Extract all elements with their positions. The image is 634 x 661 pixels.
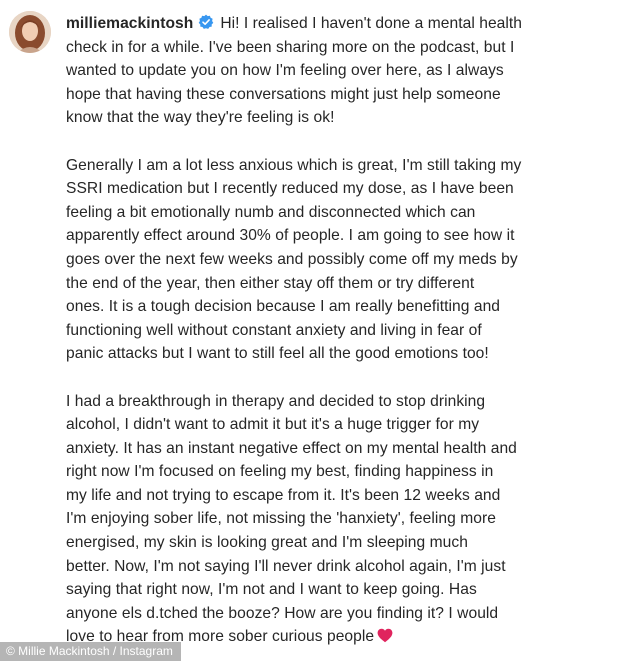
caption-line: better. Now, I'm not saying I'll never d… [66,557,506,575]
caption-line: goes over the next few weeks and possibl… [66,250,518,268]
caption-line: know that the way they're feeling is ok! [66,109,335,127]
photo-credit: © Millie Mackintosh / Instagram [0,642,181,661]
caption-line: my life and not trying to escape from it… [66,486,501,504]
instagram-caption-post: milliemackintosh Hi! I realised I haven't… [0,0,634,661]
heart-icon [377,629,393,643]
caption-line: ones. It is a tough decision because I a… [66,298,501,316]
caption-paragraph-3: I had a breakthrough in therapy and deci… [66,390,626,650]
caption-line: right now I'm focused on feeling my best… [66,463,494,481]
caption-paragraph-2: Generally I am a lot less anxious which … [66,154,626,366]
profile-photo [9,11,51,53]
caption-line: I had a breakthrough in therapy and deci… [66,392,486,410]
caption-line: functioning well without constant anxiet… [66,321,482,339]
caption-line: check in for a while. I've been sharing … [66,38,515,56]
caption-line: feeling a bit emotionally numb and disco… [66,203,476,221]
caption-line: energised, my skin is looking great and … [66,534,468,552]
caption-line: wanted to update you on how I'm feeling … [66,62,504,80]
caption-line: I'm enjoying sober life, not missing the… [66,510,496,528]
caption-line: SSRI medication but I recently reduced m… [66,180,514,198]
caption-line: Generally I am a lot less anxious which … [66,156,522,174]
caption-line: milliemackintosh Hi! I realised I haven't… [66,12,626,36]
caption-line: anxiety. It has an instant negative effe… [66,439,517,457]
caption-line: panic attacks but I want to still feel a… [66,345,489,363]
username-link[interactable]: milliemackintosh [66,15,193,32]
verified-badge-icon [199,14,214,29]
caption-line: alcohol, I didn't want to admit it but i… [66,416,480,434]
caption-paragraph-1: milliemackintosh Hi! I realised I haven't… [66,12,626,130]
avatar[interactable] [9,11,51,53]
caption-line: the end of the year, then either stay of… [66,274,475,292]
caption-line: saying that right now, I'm not and I wan… [66,581,477,599]
caption-line-text: Hi! I realised I haven't done a mental h… [220,15,523,32]
caption-line: hope that having these conversations mig… [66,85,501,103]
caption-text: milliemackintosh Hi! I realised I haven't… [66,12,626,649]
caption-line: apparently effect around 30% of people. … [66,227,515,245]
caption-line: anyone els d.tched the booze? How are yo… [66,604,499,622]
